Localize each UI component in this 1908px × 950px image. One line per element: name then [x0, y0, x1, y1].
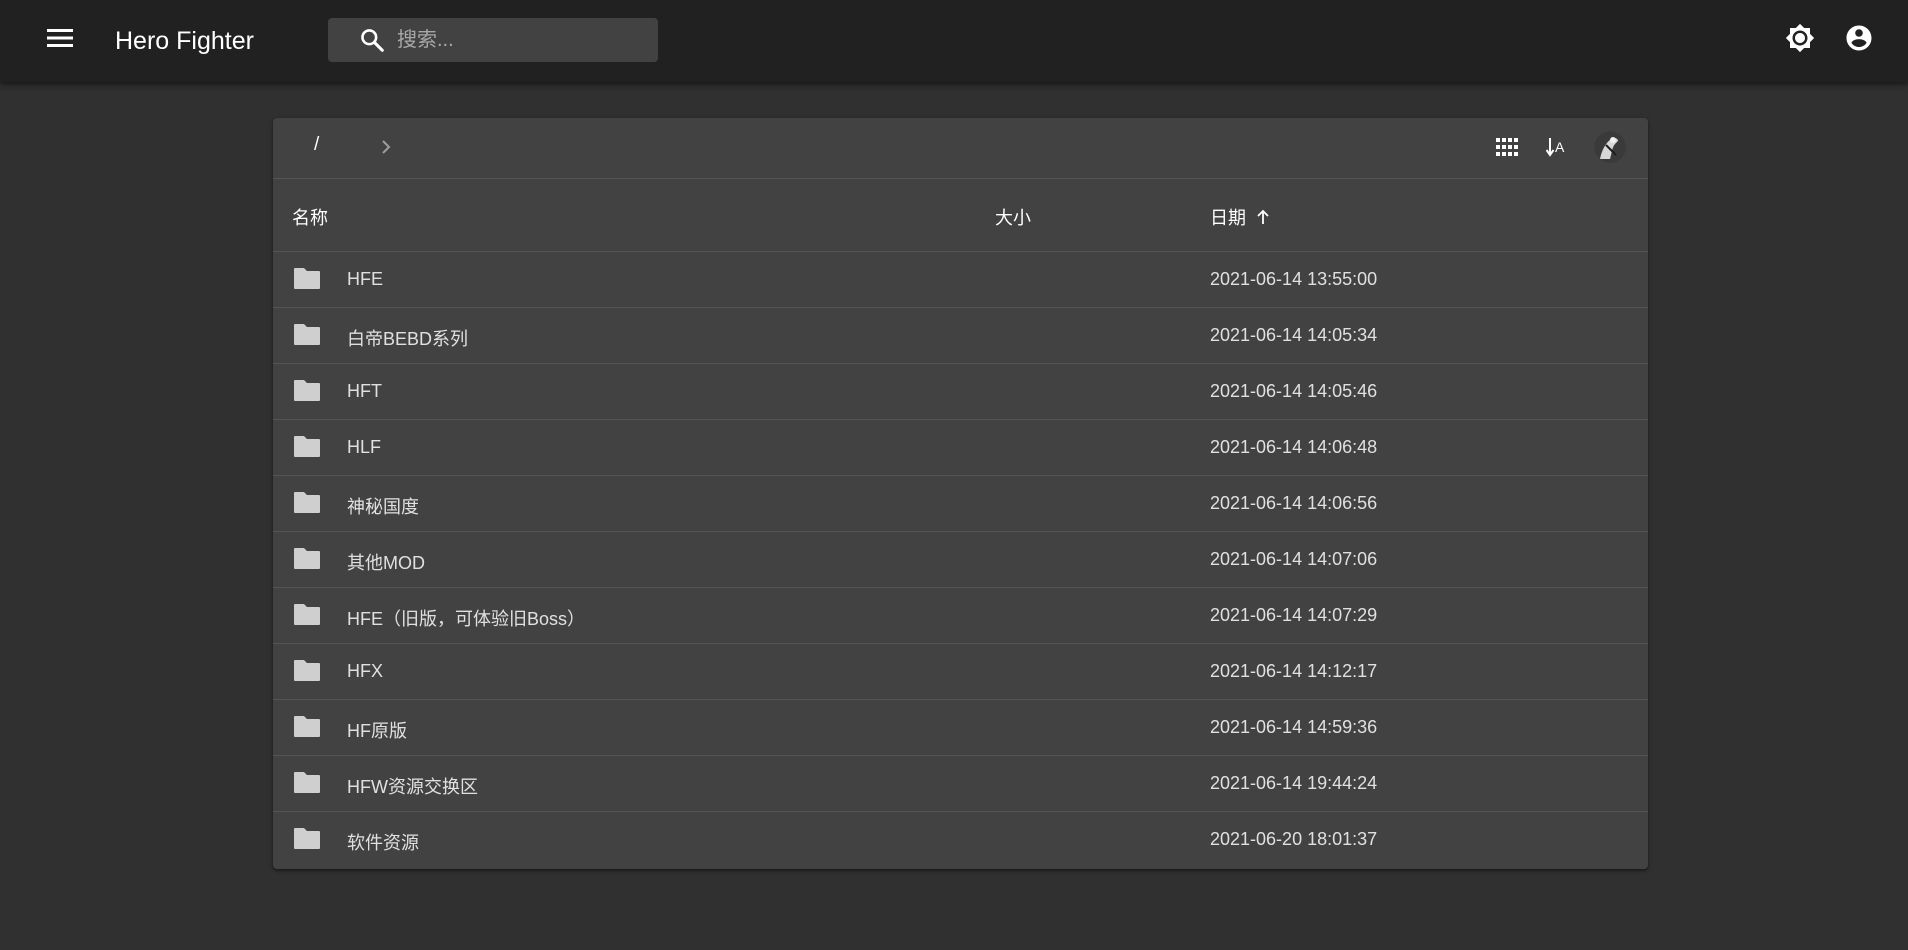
- table-header: 名称 大小 日期: [273, 179, 1648, 252]
- folder-icon: [293, 602, 321, 628]
- table-row[interactable]: HFX 2021-06-14 14:12:17: [273, 644, 1648, 700]
- search-box[interactable]: [328, 18, 658, 62]
- file-name: HFW资源交换区: [347, 777, 478, 797]
- path-toolbar: / A: [273, 118, 1648, 179]
- folder-icon: [293, 658, 321, 684]
- grid-view-button[interactable]: [1488, 130, 1526, 168]
- arrow-up-icon: [1255, 208, 1271, 226]
- app-title[interactable]: Hero Fighter: [115, 22, 254, 60]
- svg-text:A: A: [1555, 139, 1565, 155]
- file-date: 2021-06-14 14:07:29: [1210, 605, 1378, 625]
- file-date: 2021-06-14 14:06:48: [1210, 437, 1378, 457]
- table-row[interactable]: HFT 2021-06-14 14:05:46: [273, 364, 1648, 420]
- file-name: HFE（旧版，可体验旧Boss）: [347, 609, 586, 629]
- file-name: HF原版: [347, 721, 407, 741]
- file-date: 2021-06-20 18:01:37: [1210, 829, 1378, 849]
- folder-icon: [293, 546, 321, 572]
- file-date: 2021-06-14 19:44:24: [1210, 773, 1378, 793]
- grid-view-icon: [1496, 137, 1518, 161]
- app-bar: Hero Fighter: [0, 0, 1908, 82]
- brightness-icon: [1785, 23, 1815, 58]
- folder-icon: [293, 322, 321, 348]
- file-date: 2021-06-14 14:07:06: [1210, 549, 1378, 569]
- folder-icon: [293, 770, 321, 796]
- column-header-date-label: 日期: [1210, 208, 1246, 228]
- theme-toggle-button[interactable]: [1776, 16, 1824, 64]
- search-input[interactable]: [397, 28, 637, 52]
- avatar[interactable]: [1594, 131, 1626, 163]
- file-date: 2021-06-14 14:05:46: [1210, 381, 1378, 401]
- file-date: 2021-06-14 14:06:56: [1210, 493, 1378, 513]
- folder-icon: [293, 826, 321, 852]
- folder-icon: [293, 378, 321, 404]
- folder-icon: [293, 490, 321, 516]
- column-header-name[interactable]: 名称: [292, 204, 328, 230]
- table-row[interactable]: HLF 2021-06-14 14:06:48: [273, 420, 1648, 476]
- table-row[interactable]: 神秘国度 2021-06-14 14:06:56: [273, 476, 1648, 532]
- account-icon: [1844, 23, 1874, 58]
- file-name: 软件资源: [347, 833, 419, 853]
- menu-button[interactable]: [36, 16, 84, 64]
- folder-icon: [293, 434, 321, 460]
- search-icon: [357, 25, 387, 55]
- table-row[interactable]: 白帝BEBD系列 2021-06-14 14:05:34: [273, 308, 1648, 364]
- file-name: HLF: [347, 437, 382, 457]
- chevron-right-icon[interactable]: [373, 134, 399, 160]
- file-date: 2021-06-14 14:12:17: [1210, 661, 1378, 681]
- file-name: HFT: [347, 381, 382, 401]
- breadcrumb-root[interactable]: /: [314, 134, 319, 156]
- menu-icon: [47, 28, 73, 53]
- file-date: 2021-06-14 14:05:34: [1210, 325, 1378, 345]
- table-row[interactable]: HFE（旧版，可体验旧Boss） 2021-06-14 14:07:29: [273, 588, 1648, 644]
- sort-button[interactable]: A: [1538, 130, 1576, 168]
- file-list: HFE 2021-06-14 13:55:00 白帝BEBD系列 2021-06…: [273, 252, 1648, 868]
- folder-icon: [293, 266, 321, 292]
- file-name: 其他MOD: [347, 553, 425, 573]
- file-name: HFX: [347, 661, 383, 681]
- file-name: 神秘国度: [347, 497, 419, 517]
- folder-icon: [293, 714, 321, 740]
- file-name: 白帝BEBD系列: [347, 329, 469, 349]
- account-button[interactable]: [1835, 16, 1883, 64]
- file-name: HFE: [347, 269, 383, 289]
- column-header-date[interactable]: 日期: [1210, 204, 1271, 230]
- table-row[interactable]: HFE 2021-06-14 13:55:00: [273, 252, 1648, 308]
- sort-icon: A: [1545, 137, 1568, 162]
- file-panel: / A 名称 大小 日期 HFE 2021-06-14 13:55:00 白帝B…: [273, 118, 1648, 869]
- table-row[interactable]: 软件资源 2021-06-20 18:01:37: [273, 812, 1648, 868]
- file-date: 2021-06-14 14:59:36: [1210, 717, 1378, 737]
- column-header-size[interactable]: 大小: [995, 204, 1031, 230]
- table-row[interactable]: 其他MOD 2021-06-14 14:07:06: [273, 532, 1648, 588]
- file-date: 2021-06-14 13:55:00: [1210, 269, 1378, 289]
- table-row[interactable]: HFW资源交换区 2021-06-14 19:44:24: [273, 756, 1648, 812]
- table-row[interactable]: HF原版 2021-06-14 14:59:36: [273, 700, 1648, 756]
